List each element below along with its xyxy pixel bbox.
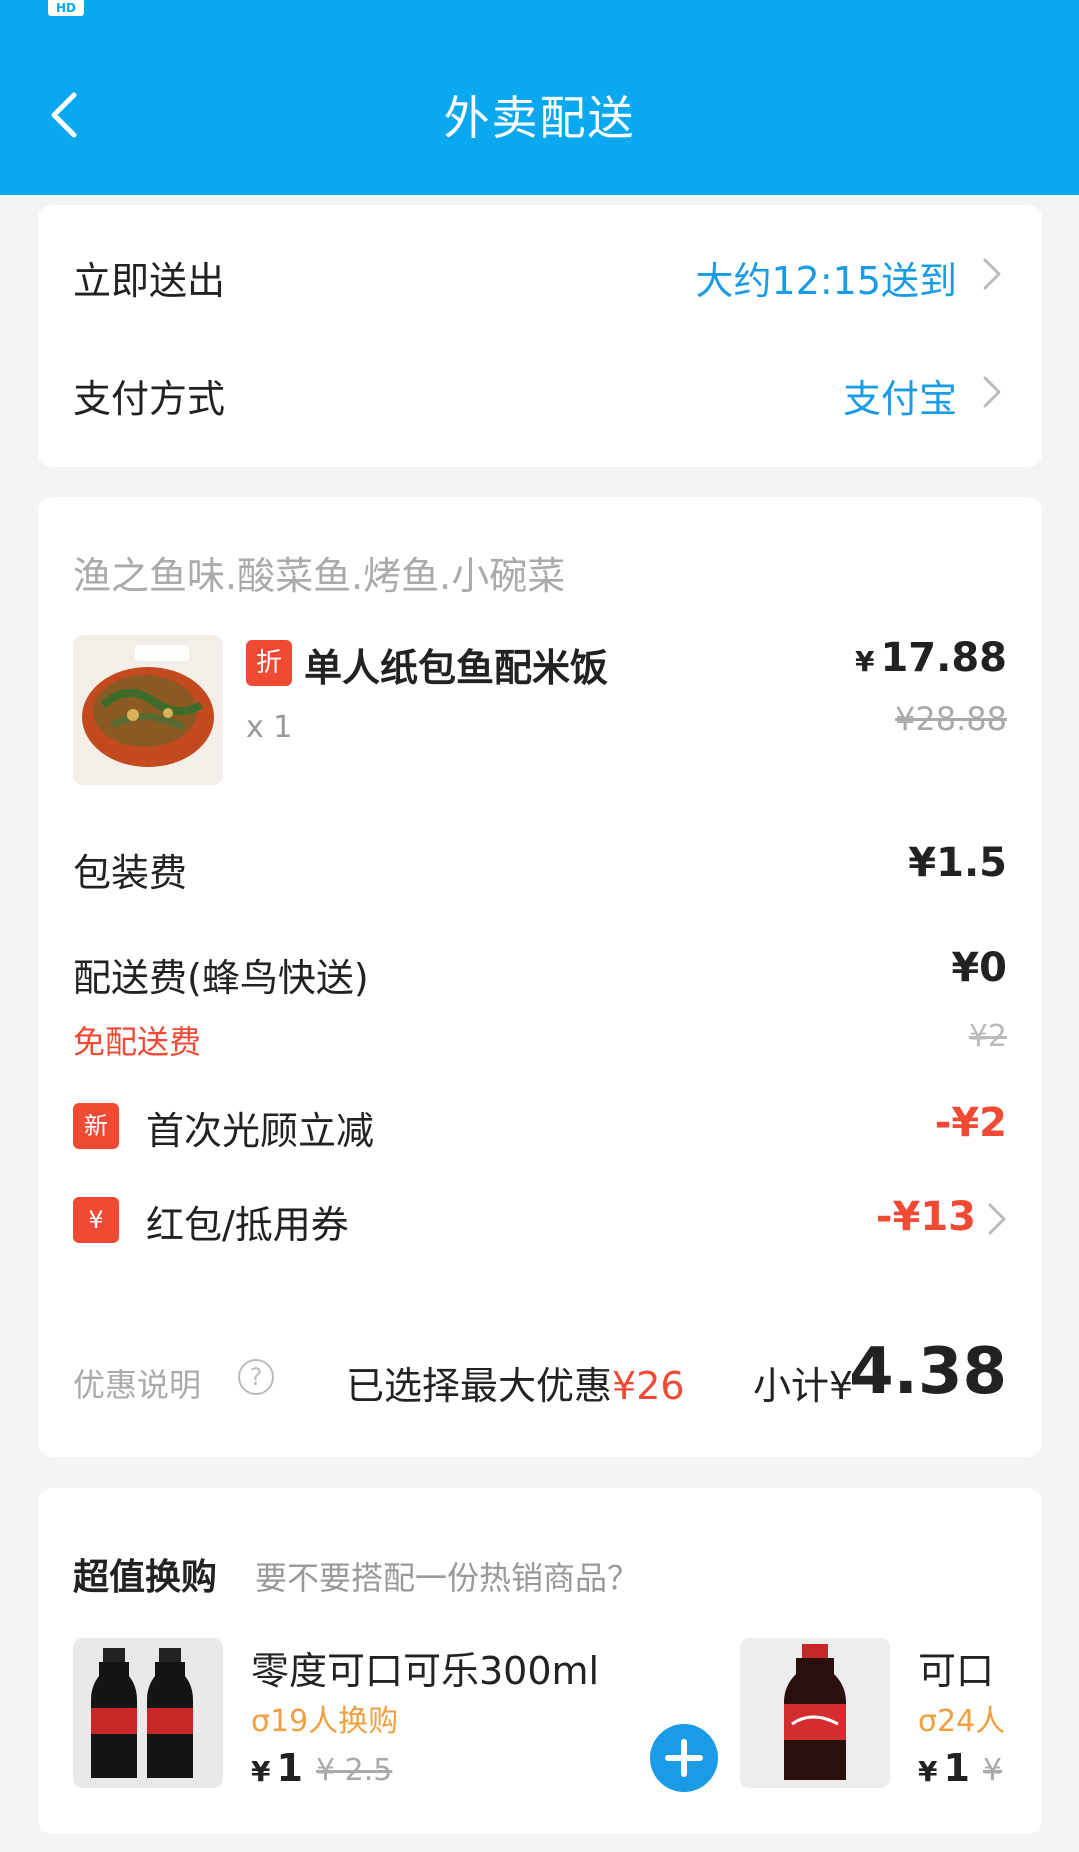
app-header: HD 外卖配送 bbox=[0, 0, 1079, 195]
product-image bbox=[740, 1638, 890, 1788]
packaging-fee-label: 包装费 bbox=[73, 851, 188, 895]
product-buyers: σ24人 bbox=[918, 1696, 1005, 1740]
coupon-value: -¥13 bbox=[875, 1194, 976, 1240]
new-customer-icon: 新 bbox=[73, 1103, 119, 1149]
product-price-value: 1 bbox=[943, 1746, 970, 1790]
status-bar: HD bbox=[0, 0, 1079, 22]
plus-icon bbox=[665, 1739, 703, 1777]
dish-price-value: 17.88 bbox=[880, 635, 1007, 681]
first-visit-discount-label: 首次光顾立减 bbox=[146, 1109, 375, 1153]
delivery-fee-value: ¥0 bbox=[951, 945, 1007, 991]
dish-name: 单人纸包鱼配米饭 bbox=[304, 646, 609, 690]
delivery-fee-original: ¥2 bbox=[968, 1019, 1007, 1054]
discount-note-label[interactable]: 优惠说明 bbox=[73, 1360, 201, 1406]
packaging-fee-value: ¥1.5 bbox=[908, 840, 1007, 886]
first-visit-discount-value: -¥2 bbox=[934, 1100, 1007, 1146]
currency-symbol: ¥ bbox=[854, 645, 875, 678]
coupon-label: 红包/抵用券 bbox=[146, 1203, 349, 1247]
product-price: ¥1 bbox=[918, 1746, 970, 1790]
product-name: 零度可口可乐300ml bbox=[251, 1649, 600, 1693]
currency-symbol: ¥ bbox=[918, 1755, 938, 1788]
fire-icon: σ bbox=[251, 1704, 271, 1739]
hd-badge: HD bbox=[48, 0, 84, 16]
max-discount-text: 已选择最大优惠¥26 bbox=[346, 1355, 685, 1410]
product-price: ¥1 bbox=[251, 1746, 303, 1790]
upsell-title: 超值换购 bbox=[73, 1557, 218, 1598]
help-icon[interactable]: ? bbox=[238, 1359, 274, 1395]
fire-icon: σ bbox=[918, 1704, 938, 1739]
delivery-time-row[interactable]: 立即送出 大约12:15送到 bbox=[73, 250, 1007, 303]
payment-method-label: 支付方式 bbox=[73, 377, 226, 421]
dish-original-price: ¥28.88 bbox=[895, 700, 1007, 738]
add-product-button[interactable] bbox=[650, 1724, 718, 1792]
discount-tag: 折 bbox=[246, 640, 292, 686]
product-buyers-text: 19人换购 bbox=[270, 1704, 399, 1739]
product-buyers-text: 24人 bbox=[937, 1704, 1006, 1739]
subtotal-label: 小计¥ bbox=[753, 1364, 854, 1408]
upsell-subtitle: 要不要搭配一份热销商品？ bbox=[255, 1559, 640, 1597]
delivery-fee-label: 配送费(蜂鸟快送) bbox=[73, 956, 369, 1000]
product-image bbox=[73, 1638, 223, 1788]
chevron-right-icon bbox=[983, 258, 1001, 290]
payment-method-value: 支付宝 bbox=[842, 377, 957, 421]
product-name: 可口 bbox=[918, 1649, 995, 1693]
upsell-card: 超值换购 要不要搭配一份热销商品？ 零度可口可乐300ml σ19人换购 ¥1 … bbox=[38, 1488, 1042, 1834]
product-buyers: σ19人换购 bbox=[251, 1696, 398, 1740]
chevron-right-icon bbox=[983, 376, 1001, 408]
max-discount-value: ¥26 bbox=[612, 1364, 685, 1408]
currency-symbol: ¥ bbox=[251, 1755, 271, 1788]
max-discount-label: 已选择最大优惠 bbox=[346, 1364, 613, 1408]
dish-price: ¥17.88 bbox=[855, 635, 1007, 681]
dish-image bbox=[73, 635, 223, 785]
delivery-options-card: 立即送出 大约12:15送到 支付方式 支付宝 bbox=[38, 205, 1042, 467]
delivery-time-label: 立即送出 bbox=[73, 259, 226, 303]
coupon-icon: ¥ bbox=[73, 1197, 119, 1243]
chevron-right-icon bbox=[988, 1203, 1006, 1235]
shop-name[interactable]: 渔之鱼味.酸菜鱼.烤鱼.小碗菜 bbox=[73, 545, 565, 600]
product-price-value: 1 bbox=[276, 1746, 303, 1790]
payment-method-row[interactable]: 支付方式 支付宝 bbox=[73, 368, 1007, 421]
subtotal-value: 4.38 bbox=[849, 1335, 1007, 1409]
delivery-time-value: 大约12:15送到 bbox=[695, 259, 957, 303]
product-original-price: ¥ 2.5 bbox=[316, 1753, 393, 1788]
product-original-price: ¥ bbox=[983, 1753, 1003, 1788]
page-title: 外卖配送 bbox=[443, 91, 636, 145]
dish-quantity: x 1 bbox=[246, 710, 293, 745]
free-delivery-note: 免配送费 bbox=[73, 1023, 202, 1061]
order-summary-card: 渔之鱼味.酸菜鱼.烤鱼.小碗菜 折 单人纸包鱼配米饭 x 1 ¥17.88 ¥2… bbox=[38, 497, 1042, 1457]
